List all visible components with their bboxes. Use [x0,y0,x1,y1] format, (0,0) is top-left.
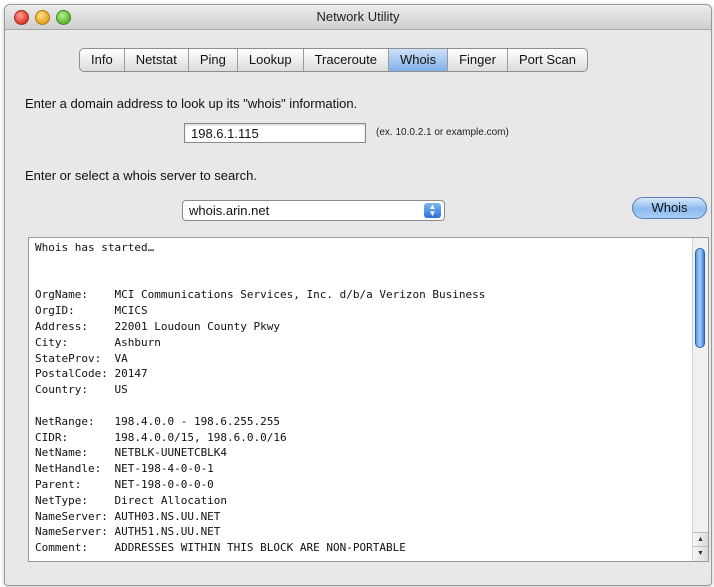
domain-hint-text: (ex. 10.0.2.1 or example.com) [376,127,509,138]
whois-button[interactable]: Whois [632,197,707,219]
tab-traceroute[interactable]: Traceroute [304,49,389,71]
chevron-up-down-icon[interactable]: ▲ ▼ [424,203,441,218]
domain-prompt-label: Enter a domain address to look up its "w… [25,96,358,111]
tab-bar: Info Netstat Ping Lookup Traceroute Whoi… [79,48,589,72]
titlebar: Network Utility [5,5,711,30]
arrow-up-icon[interactable]: ▲ [693,532,708,547]
whois-server-combobox[interactable]: whois.arin.net ▲ ▼ [182,200,445,221]
arrow-down-icon[interactable]: ▼ [693,546,708,561]
server-prompt-label: Enter or select a whois server to search… [25,168,257,183]
tab-netstat[interactable]: Netstat [125,49,189,71]
output-scrollbar[interactable]: ▲ ▼ [692,238,708,561]
network-utility-window: Network Utility Info Netstat Ping Lookup… [4,4,712,586]
tab-port-scan[interactable]: Port Scan [508,49,587,71]
window-title: Network Utility [316,9,400,24]
tab-whois[interactable]: Whois [388,49,449,71]
tab-ping[interactable]: Ping [189,49,238,71]
tab-lookup[interactable]: Lookup [238,49,304,71]
scroll-thumb[interactable] [695,248,705,348]
whois-output-area[interactable]: Whois has started… OrgName: MCI Communic… [28,237,709,562]
tab-finger[interactable]: Finger [448,49,508,71]
whois-output-text: Whois has started… OrgName: MCI Communic… [35,241,486,555]
tab-info[interactable]: Info [80,49,125,71]
domain-input[interactable]: 198.6.1.115 [184,123,366,143]
whois-server-value: whois.arin.net [189,203,270,218]
